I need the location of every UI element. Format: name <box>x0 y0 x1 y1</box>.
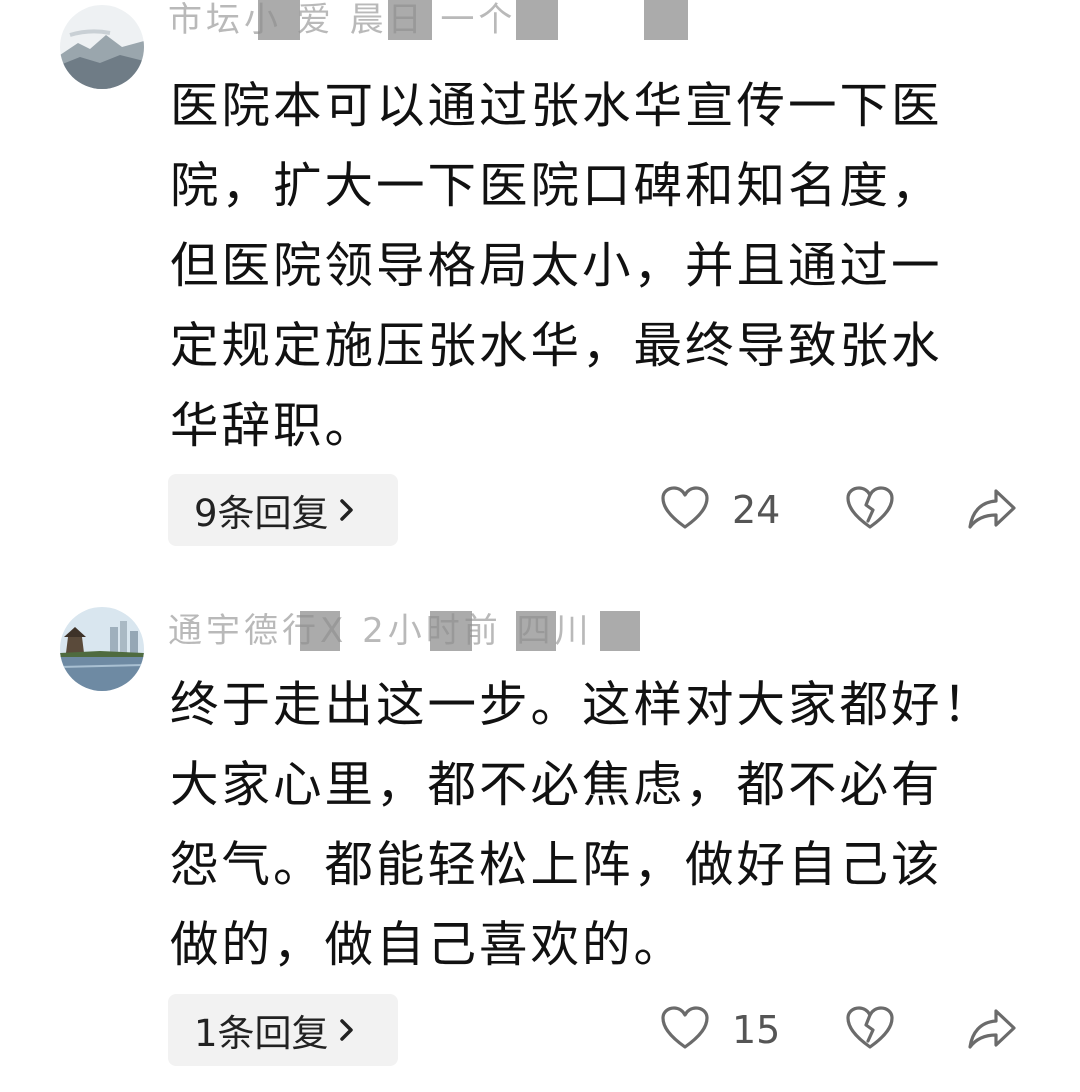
chevron-right-icon <box>337 496 357 524</box>
share-button[interactable] <box>966 1007 1018 1055</box>
avatar-image <box>60 607 144 691</box>
privacy-mosaic <box>258 0 300 40</box>
privacy-mosaic <box>516 0 558 40</box>
privacy-mosaic <box>388 0 432 40</box>
avatar-image <box>60 5 144 89</box>
reply-count-label: 9条回复 <box>194 492 329 535</box>
privacy-mosaic <box>644 0 688 40</box>
like-button[interactable]: 24 <box>660 485 780 535</box>
privacy-mosaic <box>516 611 556 651</box>
privacy-mosaic <box>430 611 472 651</box>
like-count: 24 <box>732 488 781 532</box>
broken-heart-icon <box>845 486 895 535</box>
share-button[interactable] <box>966 487 1018 535</box>
username[interactable]: 市坛小 爱 晨日 一个 <box>168 0 688 40</box>
share-arrow-icon <box>966 489 1018 535</box>
privacy-mosaic <box>600 611 640 651</box>
view-replies-button[interactable]: 1条回复 <box>168 994 398 1066</box>
share-arrow-icon <box>966 1009 1018 1055</box>
comment-actions: 9条回复 24 <box>0 474 1080 546</box>
comment-text: 终于走出这一步。这样对大家都好！ 大家心里，都不必焦虑，都不必有 怨气。都能轻松… <box>170 677 995 973</box>
heart-outline-icon <box>660 1005 710 1055</box>
broken-heart-icon <box>845 1006 895 1055</box>
avatar[interactable] <box>60 607 144 691</box>
view-replies-button[interactable]: 9条回复 <box>168 474 398 546</box>
heart-outline-icon <box>660 485 710 535</box>
like-button[interactable]: 15 <box>660 1005 780 1055</box>
username[interactable]: 通宇德行X 2小时前 四川 <box>168 611 640 651</box>
chevron-right-icon <box>337 1016 357 1044</box>
reply-count-label: 1条回复 <box>194 1012 329 1055</box>
comment-text: 医院本可以通过张水华宣传一下医 院，扩大一下医院口碑和知名度， 但医院领导格局太… <box>170 78 943 454</box>
like-count: 15 <box>732 1008 781 1052</box>
privacy-mosaic <box>300 611 340 651</box>
avatar[interactable] <box>60 5 144 89</box>
dislike-button[interactable] <box>845 1005 895 1055</box>
comment-actions: 1条回复 15 <box>0 994 1080 1066</box>
dislike-button[interactable] <box>845 485 895 535</box>
